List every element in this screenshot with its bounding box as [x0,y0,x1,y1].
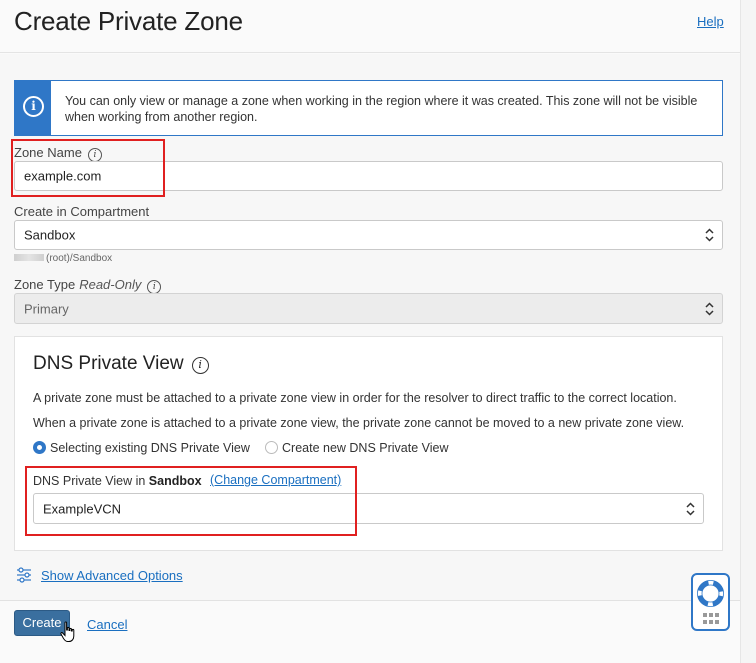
highlight-box-dns-view [25,466,357,536]
sliders-icon[interactable] [16,567,32,583]
radio-existing-label: Selecting existing DNS Private View [50,441,250,455]
radio-new-label: Create new DNS Private View [282,441,449,455]
drag-handle-icon[interactable] [703,612,719,624]
info-banner: i You can only view or manage a zone whe… [14,80,723,136]
radio-new-view[interactable]: Create new DNS Private View [265,441,449,455]
info-strip: i [15,81,51,135]
compartment-path-text: (root)/Sandbox [46,253,113,264]
radio-existing-view[interactable]: Selecting existing DNS Private View [33,441,250,455]
chevron-updown-icon [705,301,714,316]
compartment-path-hint: (root)/Sandbox [14,253,112,264]
compartment-label: Create in Compartment [14,204,150,219]
chevron-updown-icon [705,228,714,242]
zone-type-select: Primary [14,293,723,324]
dns-view-tooltip-icon[interactable]: i [191,357,209,374]
dns-description-2: When a private zone is attached to a pri… [33,416,685,430]
zone-type-label-text: Zone Type [14,277,76,292]
support-widget[interactable] [691,573,730,631]
lifebuoy-icon [697,580,724,607]
page-header: Create Private Zone Help [0,0,740,53]
info-icon: i [23,96,44,117]
dns-title-text: DNS Private View [33,353,184,374]
cancel-link[interactable]: Cancel [87,617,127,632]
show-advanced-options-link[interactable]: Show Advanced Options [41,568,183,583]
compartment-value: Sandbox [24,227,76,243]
chevron-updown-icon [686,501,695,516]
dns-description-1: A private zone must be attached to a pri… [33,391,677,405]
dns-private-view-title: DNS Private View i [33,353,209,375]
help-link[interactable]: Help [697,14,724,29]
radio-selected-icon [33,441,46,454]
zone-type-label: Zone Type Read-Only i [14,277,162,294]
redacted-tenancy [14,254,44,261]
zone-type-value: Primary [24,301,69,316]
hand-cursor-icon [60,621,78,643]
highlight-box-zone-name [11,139,165,197]
radio-unselected-icon [265,441,278,454]
scrollbar-track[interactable] [740,0,756,663]
page-title: Create Private Zone [14,6,243,36]
readonly-note: Read-Only [79,277,142,292]
zone-type-tooltip-icon[interactable]: i [147,280,162,294]
compartment-select[interactable]: Sandbox [14,220,723,250]
info-banner-text: You can only view or manage a zone when … [65,94,698,124]
